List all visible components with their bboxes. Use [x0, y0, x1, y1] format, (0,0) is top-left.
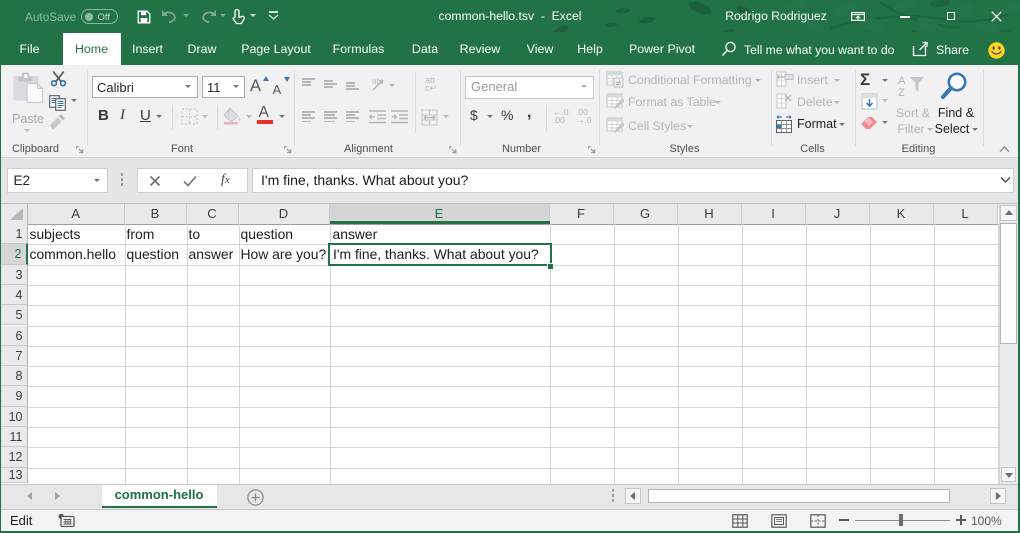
svg-text:ab: ab — [372, 77, 381, 86]
svg-text:Z: Z — [898, 87, 905, 98]
svg-text:A: A — [898, 75, 906, 87]
